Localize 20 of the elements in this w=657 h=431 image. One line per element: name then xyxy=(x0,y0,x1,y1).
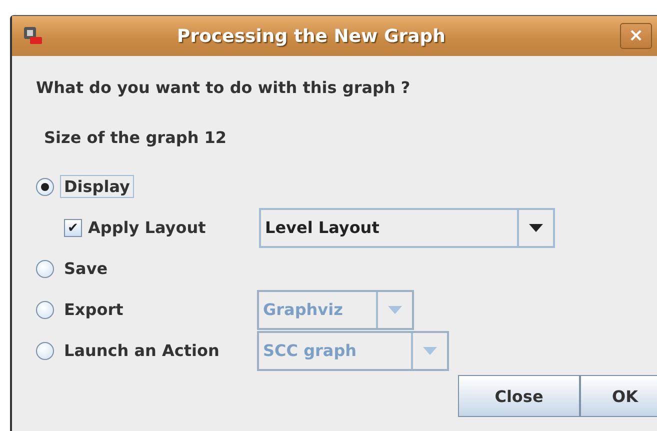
caret-icon xyxy=(388,306,402,314)
option-label[interactable]: Export xyxy=(60,298,254,321)
dialog-button[interactable]: OK xyxy=(580,375,657,417)
option-label[interactable]: Launch an Action xyxy=(60,339,254,362)
radio-button[interactable] xyxy=(36,178,54,196)
caret-icon xyxy=(423,346,437,354)
radio-button[interactable] xyxy=(36,260,54,278)
dialog-button[interactable]: Close xyxy=(458,375,580,417)
question-text: What do you want to do with this graph ? xyxy=(36,77,412,99)
checkbox-label[interactable]: Apply Layout xyxy=(88,218,256,237)
window-title: Processing the New Graph xyxy=(177,26,446,46)
caret-icon xyxy=(529,224,543,232)
option-label[interactable]: Display xyxy=(60,175,134,198)
checkbox[interactable]: ✔ xyxy=(64,218,82,236)
option-label[interactable]: Save xyxy=(60,257,254,280)
radio-button[interactable] xyxy=(36,342,54,360)
dropdown[interactable]: Level Layout xyxy=(259,208,555,248)
graph-size-text: Size of the graph 12 xyxy=(44,127,228,149)
app-icon xyxy=(22,25,44,47)
radio-button[interactable] xyxy=(36,300,54,318)
